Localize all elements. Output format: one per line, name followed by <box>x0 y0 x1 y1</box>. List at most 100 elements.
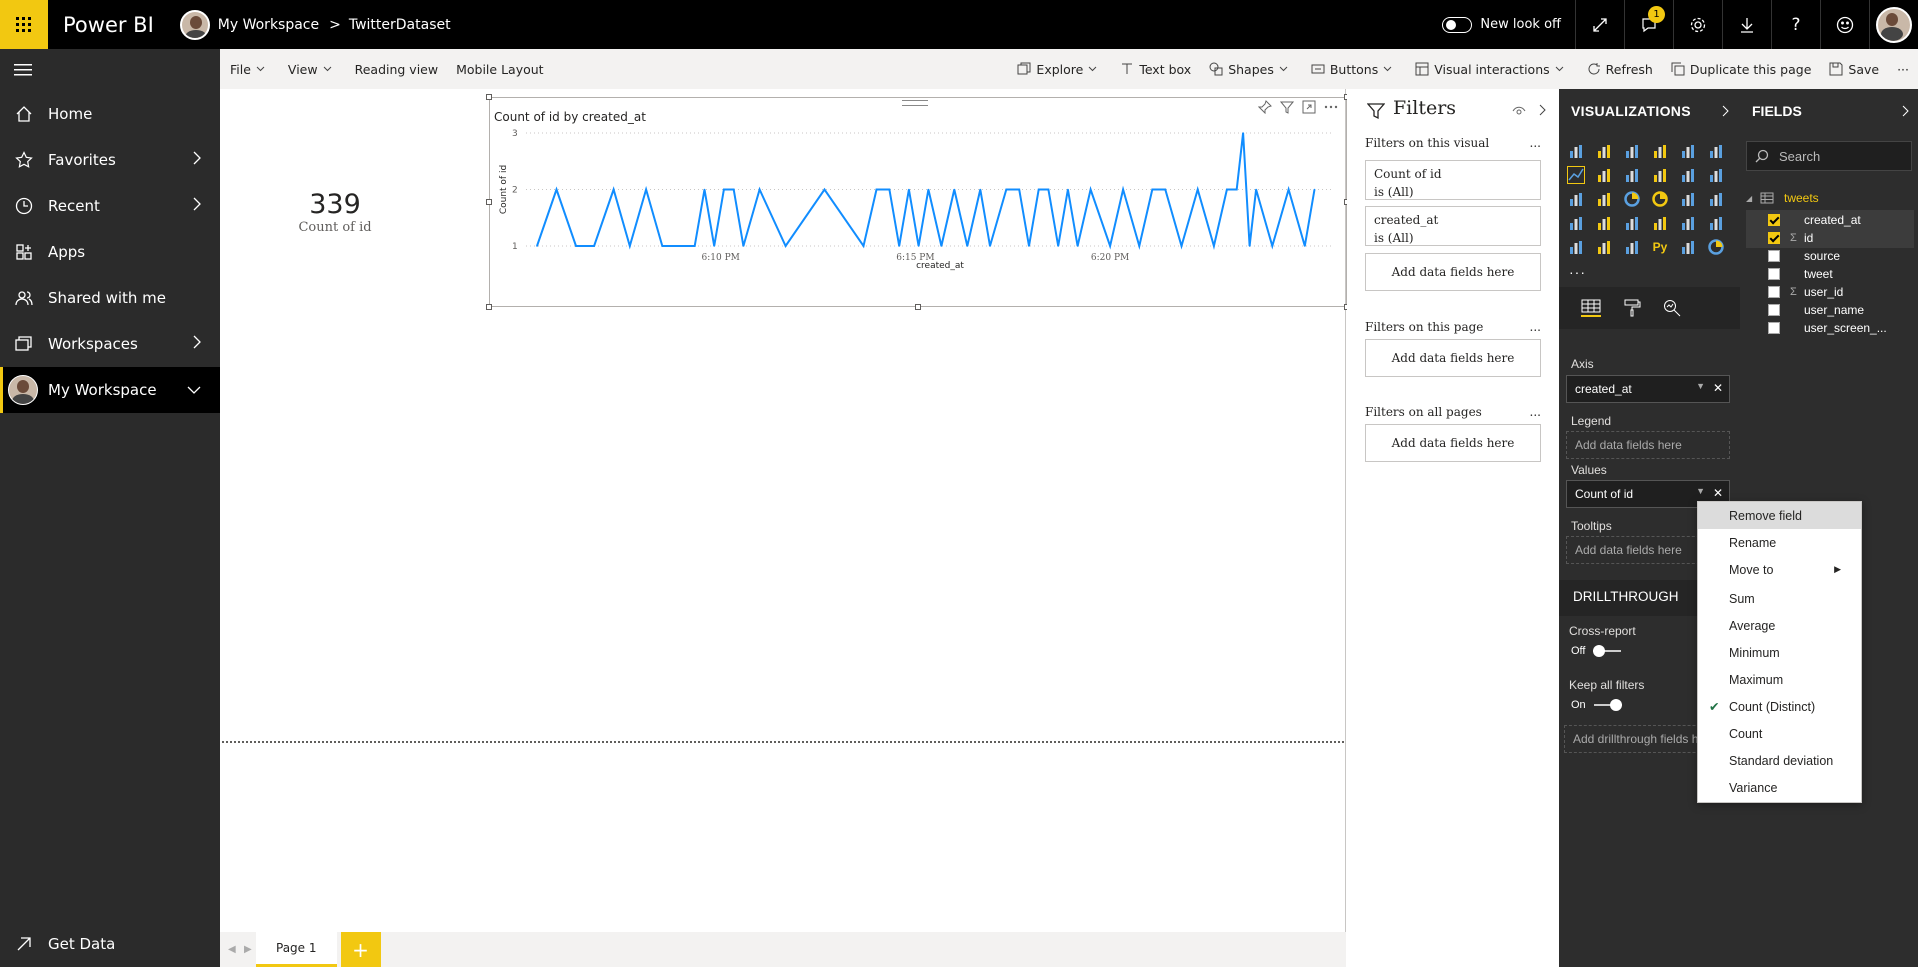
data-point[interactable] <box>1047 188 1050 191</box>
pie-icon[interactable] <box>1622 189 1642 209</box>
data-point[interactable] <box>1271 245 1274 247</box>
data-point[interactable] <box>979 188 982 191</box>
data-point[interactable] <box>1138 245 1141 247</box>
field-checkbox[interactable] <box>1768 250 1780 262</box>
close-icon[interactable]: ✕ <box>1713 381 1723 395</box>
data-point[interactable] <box>989 245 991 247</box>
line-column-icon[interactable] <box>1650 165 1670 185</box>
text-box-button[interactable]: Text box <box>1111 49 1200 89</box>
axis-field-well[interactable]: created_at ▼ ✕ <box>1566 375 1730 403</box>
nav-item-workspaces[interactable]: Workspaces <box>0 321 220 367</box>
breadcrumb-workspace[interactable]: My Workspace <box>218 17 319 33</box>
menu-item[interactable]: ✔ Count (Distinct) <box>1698 693 1861 720</box>
visual-interactions-menu[interactable]: Visual interactions <box>1406 49 1577 89</box>
clustered-column-icon[interactable] <box>1650 141 1670 161</box>
data-point[interactable] <box>645 188 647 191</box>
field-checkbox[interactable] <box>1768 232 1780 244</box>
fields-tab-icon[interactable] <box>1581 299 1601 317</box>
field-checkbox[interactable] <box>1768 322 1780 334</box>
gauge-icon[interactable] <box>1622 213 1642 233</box>
data-point[interactable] <box>1037 188 1040 191</box>
nav-get-data[interactable]: Get Data <box>0 921 220 967</box>
card-visual[interactable]: 339 Count of id <box>280 189 390 235</box>
file-menu[interactable]: File <box>220 49 279 89</box>
data-point[interactable] <box>1089 188 1092 191</box>
buttons-menu[interactable]: Buttons <box>1302 49 1406 89</box>
data-point[interactable] <box>661 245 664 247</box>
scroll-right-icon[interactable]: ▶ <box>244 944 252 955</box>
field-item[interactable]: Σid <box>1746 228 1914 248</box>
area-chart-icon[interactable] <box>1594 165 1614 185</box>
eye-icon[interactable] <box>1512 106 1526 116</box>
more-visuals-icon[interactable]: ··· <box>1569 264 1586 280</box>
app-launcher-icon[interactable] <box>0 0 48 49</box>
stacked-column-icon[interactable] <box>1594 141 1614 161</box>
slicer-icon[interactable] <box>1566 237 1586 257</box>
settings-icon[interactable] <box>1673 0 1722 49</box>
field-checkbox[interactable] <box>1768 286 1780 298</box>
filters-more-options[interactable]: ... <box>1530 320 1541 334</box>
menu-item[interactable]: Move to ▶ <box>1698 556 1861 583</box>
filters-visual-drop-zone[interactable]: Add data fields here <box>1365 253 1541 291</box>
nav-item-apps[interactable]: Apps <box>0 229 220 275</box>
data-point[interactable] <box>555 188 558 191</box>
data-point[interactable] <box>742 245 745 247</box>
filters-all-pages-drop-zone[interactable]: Add data fields here <box>1365 424 1541 462</box>
data-point[interactable] <box>1005 188 1008 191</box>
data-point[interactable] <box>723 188 725 191</box>
nav-item-home[interactable]: Home <box>0 91 220 137</box>
stacked-bar-icon[interactable] <box>1566 141 1586 161</box>
chevron-down-icon[interactable]: ▼ <box>1696 381 1705 391</box>
multi-row-card-icon[interactable] <box>1678 213 1698 233</box>
menu-item[interactable]: Standard deviation <box>1698 747 1861 774</box>
data-point[interactable] <box>927 188 930 191</box>
data-point[interactable] <box>888 188 891 191</box>
data-point[interactable] <box>966 245 969 247</box>
data-point[interactable] <box>1255 188 1257 191</box>
chevron-down-icon[interactable]: ▼ <box>1696 486 1705 496</box>
data-point[interactable] <box>536 245 538 247</box>
collapse-table-icon[interactable]: ◢ <box>1746 194 1760 203</box>
menu-item[interactable]: Maximum <box>1698 666 1861 693</box>
data-point[interactable] <box>1287 188 1290 191</box>
field-checkbox[interactable] <box>1768 214 1780 226</box>
100-column-icon[interactable] <box>1706 141 1726 161</box>
data-point[interactable] <box>1164 188 1167 191</box>
data-point[interactable] <box>1151 188 1154 191</box>
nav-item-my-workspace[interactable]: My Workspace <box>0 367 220 413</box>
menu-item[interactable]: Sum <box>1698 585 1861 612</box>
legend-drop-zone[interactable]: Add data fields here <box>1566 431 1730 459</box>
data-point[interactable] <box>1242 132 1244 134</box>
data-point[interactable] <box>1018 188 1021 191</box>
data-point[interactable] <box>1109 245 1111 247</box>
help-icon[interactable]: ? <box>1771 0 1820 49</box>
data-point[interactable] <box>758 188 761 191</box>
nav-item-recent[interactable]: Recent <box>0 183 220 229</box>
card-icon[interactable] <box>1650 213 1670 233</box>
data-point[interactable] <box>732 188 735 191</box>
field-item[interactable]: user_name <box>1746 300 1914 320</box>
treemap-icon[interactable] <box>1678 189 1698 209</box>
line-chart-icon[interactable] <box>1566 165 1586 185</box>
donut-icon[interactable] <box>1650 189 1670 209</box>
fields-search-input[interactable]: Search <box>1746 141 1912 171</box>
ribbon-more-button[interactable]: ··· <box>1888 49 1918 89</box>
stacked-area-icon[interactable] <box>1622 165 1642 185</box>
resize-handle[interactable] <box>486 304 492 310</box>
data-point[interactable] <box>875 188 878 191</box>
add-page-button[interactable]: + <box>340 932 381 967</box>
data-point[interactable] <box>1122 188 1124 191</box>
matrix-icon[interactable] <box>1622 237 1642 257</box>
data-point[interactable] <box>1313 188 1316 191</box>
analytics-magnifier-icon[interactable] <box>1663 299 1681 317</box>
filters-more-options[interactable]: ... <box>1530 136 1541 150</box>
data-point[interactable] <box>823 188 826 191</box>
report-canvas[interactable]: 339 Count of id Count of id by created_a… <box>220 89 1350 932</box>
data-point[interactable] <box>1180 245 1183 247</box>
menu-item[interactable]: Variance <box>1698 774 1861 801</box>
data-point[interactable] <box>1226 188 1228 191</box>
data-point[interactable] <box>1235 188 1238 191</box>
filters-more-options[interactable]: ... <box>1530 405 1541 419</box>
duplicate-page-button[interactable]: Duplicate this page <box>1662 49 1821 89</box>
breadcrumb-dataset[interactable]: TwitterDataset <box>349 17 451 33</box>
